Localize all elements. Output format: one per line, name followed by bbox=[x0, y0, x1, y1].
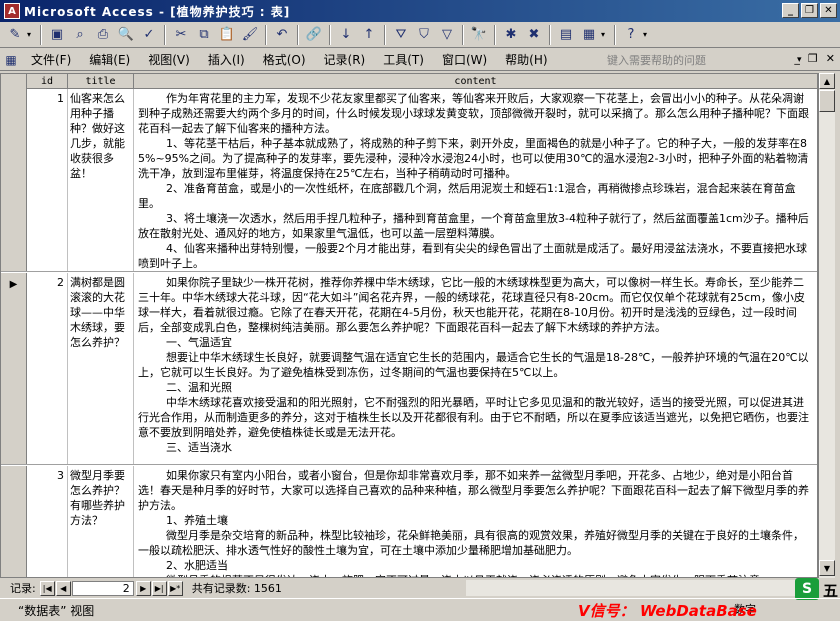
title-bar: A Microsoft Access - [植物养护技巧 : 表] _ ❐ ✕ bbox=[0, 0, 840, 22]
scroll-down-icon[interactable]: ▼ bbox=[819, 560, 835, 576]
cell-title[interactable]: 仙客来怎么用种子播种？做好这几步，就能收获很多盆！ bbox=[68, 89, 134, 271]
column-header-row: id title content bbox=[1, 74, 817, 89]
record-count: 共有记录数: 1561 bbox=[191, 582, 282, 595]
access-app-icon[interactable]: A bbox=[4, 3, 20, 19]
menu-edit[interactable]: 编辑(E) bbox=[80, 51, 139, 68]
menu-tools[interactable]: 工具(T) bbox=[374, 51, 433, 68]
first-record-icon[interactable]: |◀ bbox=[39, 580, 55, 596]
close-button[interactable]: ✕ bbox=[820, 3, 837, 18]
next-record-icon[interactable]: ▶ bbox=[135, 580, 151, 596]
database-window-icon[interactable]: ▤ bbox=[555, 24, 577, 46]
view-status: “数据表” 视图 bbox=[18, 603, 95, 618]
menu-window[interactable]: 窗口(W) bbox=[433, 51, 496, 68]
document-window-controls: _ ❐ ✕ bbox=[794, 52, 835, 65]
cell-id[interactable]: 2 bbox=[27, 273, 68, 464]
minimize-button[interactable]: _ bbox=[782, 3, 799, 18]
doc-close-icon[interactable]: ✕ bbox=[826, 52, 835, 65]
save-icon[interactable]: ▣ bbox=[46, 24, 68, 46]
find-icon[interactable]: 🔭 bbox=[468, 24, 490, 46]
column-header-title[interactable]: title bbox=[68, 74, 134, 89]
new-object-icon[interactable]: ▦ bbox=[578, 24, 600, 46]
menu-help[interactable]: 帮助(H) bbox=[496, 51, 556, 68]
previous-record-icon[interactable]: ◀ bbox=[55, 580, 71, 596]
table-row[interactable]: 1 仙客来怎么用种子播种？做好这几步，就能收获很多盆！ 作为年宵花里的主力军，发… bbox=[1, 89, 817, 272]
cell-content[interactable]: 作为年宵花里的主力军，发现不少花友家里都买了仙客来，等仙客来开败后，大家观察一下… bbox=[134, 89, 817, 271]
horizontal-scrollbar[interactable] bbox=[466, 580, 818, 596]
menu-insert[interactable]: 插入(I) bbox=[199, 51, 254, 68]
cell-content[interactable]: 如果你家只有室内小阳台，或者小窗台，但是你却非常喜欢月季，那不如来养一盆微型月季… bbox=[134, 466, 817, 577]
scroll-thumb[interactable] bbox=[819, 90, 835, 112]
print-icon[interactable]: ⎙ bbox=[92, 24, 114, 46]
window-title: Microsoft Access - [植物养护技巧 : 表] bbox=[24, 4, 291, 19]
new-object-dropdown-icon[interactable]: ▾ bbox=[601, 30, 610, 39]
view-design-icon[interactable]: ✎ bbox=[4, 24, 26, 46]
undo-icon[interactable]: ↶ bbox=[271, 24, 293, 46]
cell-content[interactable]: 如果你院子里缺少一株开花树，推荐你养棵中华木绣球，它比一般的木绣球株型更为高大，… bbox=[134, 273, 817, 464]
ime-sogou-icon[interactable]: S bbox=[795, 578, 819, 600]
paste-icon[interactable]: 📋 bbox=[216, 24, 238, 46]
menu-view[interactable]: 视图(V) bbox=[139, 51, 199, 68]
scroll-up-icon[interactable]: ▲ bbox=[819, 73, 835, 89]
format-painter-icon[interactable]: 🖌 bbox=[239, 24, 261, 46]
column-header-id[interactable]: id bbox=[27, 74, 68, 89]
select-all-corner[interactable] bbox=[1, 74, 27, 89]
help-dropdown-icon[interactable]: ▾ bbox=[643, 30, 652, 39]
current-record-field[interactable]: 2 bbox=[71, 580, 134, 596]
menu-records[interactable]: 记录(R) bbox=[315, 51, 375, 68]
help-question-input[interactable]: 键入需要帮助的问题 bbox=[604, 51, 794, 68]
new-record-nav-icon[interactable]: ▶* bbox=[167, 580, 183, 596]
column-header-content[interactable]: content bbox=[134, 74, 817, 89]
datasheet-grid: id title content 1 仙客来怎么用种子播种？做好这几步，就能收获… bbox=[0, 73, 818, 578]
cell-title[interactable]: 满树都是圆滚滚的大花球——中华木绣球，要怎么养护？ bbox=[68, 273, 134, 464]
insert-hyperlink-icon[interactable]: 🔗 bbox=[303, 24, 325, 46]
record-label: 记录: bbox=[10, 582, 36, 595]
cut-icon[interactable]: ✂ bbox=[170, 24, 192, 46]
copy-icon[interactable]: ⧉ bbox=[193, 24, 215, 46]
new-record-icon[interactable]: ✱ bbox=[500, 24, 522, 46]
filter-by-selection-icon[interactable]: ⛛ bbox=[390, 24, 412, 46]
sort-descending-icon[interactable]: ↑ bbox=[358, 24, 380, 46]
delete-record-icon[interactable]: ✖ bbox=[523, 24, 545, 46]
table-row[interactable]: ▶ 2 满树都是圆滚滚的大花球——中华木绣球，要怎么养护？ 如果你院子里缺少一株… bbox=[1, 273, 817, 465]
last-record-icon[interactable]: ▶| bbox=[151, 580, 167, 596]
window-controls: _ ❐ ✕ bbox=[782, 3, 837, 18]
cell-title[interactable]: 微型月季要怎么养护？有哪些养护方法？ bbox=[68, 466, 134, 577]
view-dropdown-icon[interactable]: ▾ bbox=[27, 30, 36, 39]
table-icon[interactable]: ▦ bbox=[0, 51, 22, 69]
doc-minimize-icon[interactable]: _ bbox=[794, 52, 800, 65]
doc-restore-icon[interactable]: ❐ bbox=[808, 52, 818, 65]
vertical-scrollbar[interactable]: ▲ ▼ bbox=[818, 73, 835, 578]
record-selector[interactable] bbox=[1, 466, 27, 577]
apply-filter-icon[interactable]: ▽ bbox=[436, 24, 458, 46]
restore-button[interactable]: ❐ bbox=[801, 3, 818, 18]
watermark-text: V信号： WebDataBase bbox=[578, 602, 757, 620]
table-row[interactable]: 3 微型月季要怎么养护？有哪些养护方法？ 如果你家只有室内小阳台，或者小窗台，但… bbox=[1, 466, 817, 577]
cell-id[interactable]: 3 bbox=[27, 466, 68, 577]
record-selector[interactable] bbox=[1, 89, 27, 271]
file-search-icon[interactable]: ⌕ bbox=[69, 24, 91, 46]
record-selector-current[interactable]: ▶ bbox=[1, 273, 27, 464]
filter-by-form-icon[interactable]: ⛉ bbox=[413, 24, 435, 46]
sort-ascending-icon[interactable]: ↓ bbox=[335, 24, 357, 46]
spelling-icon[interactable]: ✓ bbox=[138, 24, 160, 46]
print-preview-icon[interactable]: 🔍 bbox=[115, 24, 137, 46]
current-record-arrow-icon: ▶ bbox=[9, 279, 18, 290]
help-icon[interactable]: ? bbox=[620, 24, 642, 46]
menu-format[interactable]: 格式(O) bbox=[254, 51, 315, 68]
toolbar: ✎ ▾ ▣ ⌕ ⎙ 🔍 ✓ ✂ ⧉ 📋 🖌 ↶ 🔗 ↓ ↑ ⛛ ⛉ ▽ 🔭 ✱ ✖… bbox=[0, 22, 840, 48]
menu-file[interactable]: 文件(F) bbox=[22, 51, 80, 68]
cell-id[interactable]: 1 bbox=[27, 89, 68, 271]
